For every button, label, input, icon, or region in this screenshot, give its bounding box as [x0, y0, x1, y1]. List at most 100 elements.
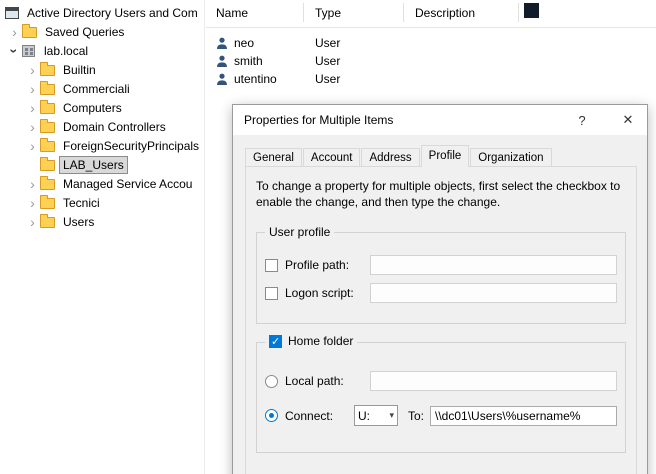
sidebar-item-managed-service-accounts[interactable]: Managed Service Accou: [0, 174, 204, 193]
sidebar-item-root[interactable]: Active Directory Users and Com: [0, 3, 204, 22]
dialog-titlebar[interactable]: Properties for Multiple Items ? ✕: [233, 105, 647, 135]
sidebar-item-users[interactable]: Users: [0, 212, 204, 231]
logon-script-row: Logon script:: [265, 283, 617, 303]
tree-item-label: Domain Controllers: [60, 119, 169, 135]
tree-item-label-selected: LAB_Users: [60, 157, 127, 173]
tree-item-label: Computers: [60, 100, 125, 116]
list-item-user[interactable]: smith User: [206, 52, 656, 70]
folder-icon: [40, 103, 55, 114]
home-folder-legend: Home folder: [265, 334, 357, 348]
logon-script-input[interactable]: [370, 283, 617, 303]
folder-icon: [40, 217, 55, 228]
console-root-icon: [5, 7, 19, 19]
home-folder-label: Home folder: [288, 334, 353, 348]
tree-item-label: Commerciali: [60, 81, 133, 97]
column-separator[interactable]: [403, 3, 404, 22]
list-item-name: utentino: [234, 72, 315, 86]
sidebar-item-computers[interactable]: Computers: [0, 98, 204, 117]
sidebar-item-tecnici[interactable]: Tecnici: [0, 193, 204, 212]
list-item-user[interactable]: neo User: [206, 34, 656, 52]
home-folder-checkbox[interactable]: [269, 335, 282, 348]
domain-icon: [22, 45, 35, 57]
chevron-right-icon[interactable]: [25, 139, 40, 153]
local-path-label: Local path:: [285, 374, 370, 388]
profile-path-row: Profile path:: [265, 255, 617, 275]
chevron-right-icon[interactable]: [7, 25, 22, 39]
sidebar-item-domain-controllers[interactable]: Domain Controllers: [0, 117, 204, 136]
chevron-right-icon[interactable]: [25, 177, 40, 191]
properties-dialog: Properties for Multiple Items ? ✕ Genera…: [232, 104, 648, 474]
local-path-row: Local path:: [265, 371, 617, 391]
help-button[interactable]: ?: [563, 105, 601, 135]
list-item-name: neo: [234, 36, 315, 50]
user-icon: [216, 73, 229, 86]
profile-path-checkbox[interactable]: [265, 259, 278, 272]
instructions-text: To change a property for multiple object…: [256, 179, 628, 210]
close-button[interactable]: ✕: [609, 105, 647, 135]
user-profile-group-title: User profile: [265, 225, 334, 239]
local-path-input[interactable]: [370, 371, 617, 391]
tree-item-label: lab.local: [41, 43, 91, 59]
chevron-right-icon[interactable]: [25, 82, 40, 96]
folder-icon: [40, 179, 55, 190]
chevron-right-icon[interactable]: [25, 63, 40, 77]
column-header-type[interactable]: Type: [315, 6, 341, 20]
tab-profile[interactable]: Profile: [421, 145, 470, 167]
folder-icon: [22, 27, 37, 38]
chevron-down-icon: ▾: [389, 410, 394, 421]
sidebar-item-foreignsecurityprincipals[interactable]: ForeignSecurityPrincipals: [0, 136, 204, 155]
header-dark-square-icon: [524, 3, 539, 18]
sidebar-item-builtin[interactable]: Builtin: [0, 60, 204, 79]
profile-tab-page: To change a property for multiple object…: [245, 166, 637, 474]
sidebar-item-saved-queries[interactable]: Saved Queries: [0, 22, 204, 41]
sidebar-item-commerciali[interactable]: Commerciali: [0, 79, 204, 98]
list-item-type: User: [315, 54, 415, 68]
chevron-right-icon[interactable]: [25, 215, 40, 229]
list-item-name: smith: [234, 54, 315, 68]
column-separator[interactable]: [518, 3, 519, 22]
to-label: To:: [408, 409, 424, 423]
folder-icon: [40, 65, 55, 76]
tab-general[interactable]: General: [245, 148, 302, 167]
list-item-type: User: [315, 36, 415, 50]
column-separator[interactable]: [303, 3, 304, 22]
drive-letter-dropdown[interactable]: U: ▾: [354, 405, 398, 426]
drive-letter-value: U:: [358, 409, 370, 423]
aduc-window: Active Directory Users and Com Saved Que…: [0, 0, 656, 474]
tab-organization[interactable]: Organization: [470, 148, 551, 167]
home-folder-group: Home folder Local path: Connect: U: ▾ To…: [256, 342, 626, 453]
user-profile-group: User profile Profile path: Logon script:: [256, 232, 626, 324]
list-item-user[interactable]: utentino User: [206, 70, 656, 88]
connect-row: Connect: U: ▾ To:: [265, 405, 617, 426]
column-header-description[interactable]: Description: [415, 6, 475, 20]
chevron-right-icon[interactable]: [25, 120, 40, 134]
tree-item-label: Managed Service Accou: [60, 176, 195, 192]
logon-script-label: Logon script:: [285, 286, 370, 300]
column-header-name[interactable]: Name: [216, 6, 248, 20]
chevron-right-icon[interactable]: [25, 101, 40, 115]
connect-path-input[interactable]: [430, 406, 617, 426]
tab-strip: General Account Address Profile Organiza…: [245, 145, 647, 167]
local-path-radio[interactable]: [265, 375, 278, 388]
chevron-down-icon[interactable]: [8, 43, 22, 58]
folder-icon: [40, 160, 55, 171]
sidebar-item-lab-local[interactable]: lab.local: [0, 41, 204, 60]
list-item-type: User: [315, 72, 415, 86]
connect-radio[interactable]: [265, 409, 278, 422]
tab-account[interactable]: Account: [303, 148, 361, 167]
tree-item-label: Active Directory Users and Com: [24, 5, 201, 21]
folder-icon: [40, 198, 55, 209]
connect-label: Connect:: [285, 409, 354, 423]
profile-path-label: Profile path:: [285, 258, 370, 272]
tree-item-label: Builtin: [60, 62, 99, 78]
tree-item-label: Users: [60, 214, 97, 230]
console-tree: Active Directory Users and Com Saved Que…: [0, 0, 205, 474]
logon-script-checkbox[interactable]: [265, 287, 278, 300]
profile-path-input[interactable]: [370, 255, 617, 275]
chevron-right-icon[interactable]: [25, 196, 40, 210]
tab-address[interactable]: Address: [361, 148, 419, 167]
dialog-title: Properties for Multiple Items: [244, 113, 563, 127]
folder-icon: [40, 122, 55, 133]
user-icon: [216, 55, 229, 68]
sidebar-item-lab-users[interactable]: LAB_Users: [0, 155, 204, 174]
